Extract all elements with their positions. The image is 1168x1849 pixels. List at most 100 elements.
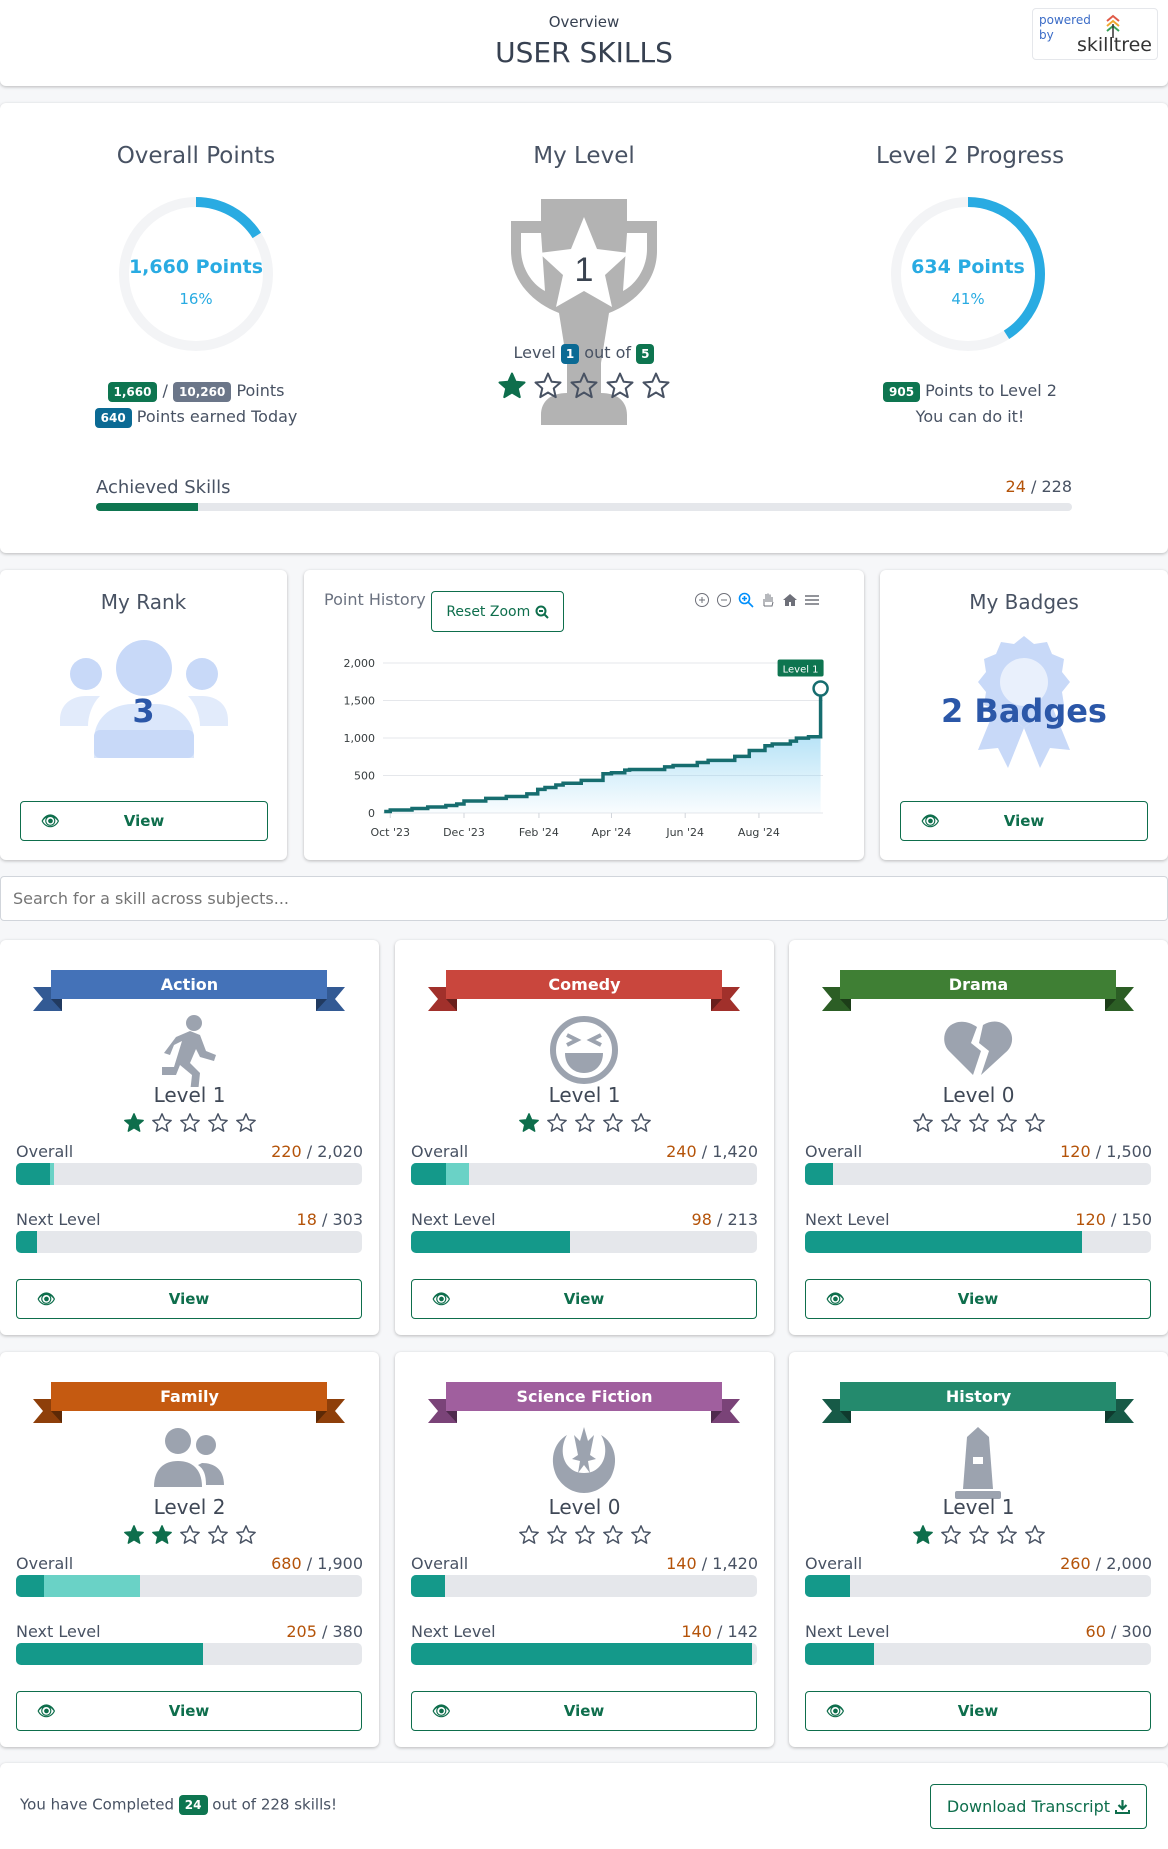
achieved-total: / 228 <box>1030 477 1072 496</box>
overall-progress-bar <box>805 1575 1151 1597</box>
next-level-label: Next Level <box>805 1210 890 1229</box>
star-empty-icon <box>968 1525 989 1544</box>
overall-label: Overall <box>805 1554 863 1573</box>
remaining-points-badge: 905 <box>883 381 921 402</box>
next-level-progress-bar <box>411 1643 757 1665</box>
view-subject-button[interactable]: 👁 View <box>16 1279 362 1319</box>
subject-stars <box>789 1524 1168 1550</box>
eye-icon: 👁 <box>432 1290 452 1308</box>
view-subject-button[interactable]: 👁 View <box>411 1691 757 1731</box>
current-level-badge: 1 <box>560 343 580 364</box>
monument-icon <box>955 1427 1001 1499</box>
level-progress-value: 634 Points <box>911 256 1025 278</box>
today-points-summary: 640 Points earned Today <box>46 407 346 428</box>
next-level-label: Next Level <box>16 1210 101 1229</box>
next-level-progress-bar <box>16 1231 362 1253</box>
star-empty-icon <box>940 1113 961 1132</box>
star-empty-icon <box>151 1113 172 1132</box>
star-empty-icon <box>534 372 562 399</box>
next-level-points: 205 / 380 <box>286 1622 363 1641</box>
annotation-point <box>812 680 829 697</box>
rank-value: 3 <box>132 692 155 730</box>
y-tick-label: 2,000 <box>344 657 376 670</box>
download-transcript-button[interactable]: Download Transcript <box>930 1784 1147 1829</box>
subject-level: Level 2 <box>153 1495 226 1519</box>
subject-level: Level 1 <box>942 1495 1015 1519</box>
overall-points: 120 / 1,500 <box>1060 1142 1152 1161</box>
next-level-label: Next Level <box>411 1210 496 1229</box>
achieved-skills-count: 24 / 228 <box>1006 477 1072 496</box>
today-points-label: Points earned Today <box>136 407 298 426</box>
header: Overview USER SKILLS powered by skilltre… <box>0 0 1168 86</box>
view-subject-button[interactable]: 👁 View <box>411 1279 757 1319</box>
view-subject-button[interactable]: 👁 View <box>16 1691 362 1731</box>
overall-progress-bar <box>805 1163 1151 1185</box>
overall-points: 680 / 1,900 <box>271 1554 363 1573</box>
star-empty-icon <box>207 1113 228 1132</box>
star-filled-icon <box>518 1113 539 1132</box>
view-subject-button[interactable]: 👁 View <box>805 1691 1151 1731</box>
eye-icon: 👁 <box>41 812 61 830</box>
level-progress-title: Level 2 Progress <box>875 143 1065 169</box>
point-history-chart[interactable]: 0 500 1,000 1,500 2,000 Oct '23 Dec '23 Feb '24… <box>304 570 864 860</box>
powered-by-logo[interactable]: powered by skilltree <box>1032 8 1158 60</box>
summary-panel: Overall Points 1,660 Points 16% 1,660 / … <box>0 103 1168 553</box>
skill-search-input[interactable] <box>0 876 1168 921</box>
eye-icon: 👁 <box>37 1702 57 1720</box>
subject-name: Family <box>160 1387 219 1406</box>
my-rank-card: My Rank 3 👁 View <box>0 570 287 860</box>
eye-icon: 👁 <box>432 1702 452 1720</box>
view-badges-button[interactable]: 👁 View <box>900 801 1148 841</box>
view-subject-button[interactable]: 👁 View <box>805 1279 1151 1319</box>
star-filled-icon <box>151 1525 172 1544</box>
next-level-progress-bar <box>411 1231 757 1253</box>
subject-name: History <box>945 1387 1012 1406</box>
star-empty-icon <box>996 1113 1017 1132</box>
star-empty-icon <box>235 1525 256 1544</box>
remaining-points-label: Points to Level 2 <box>925 381 1057 400</box>
level-summary: Level 1 out of 5 <box>434 343 734 364</box>
star-empty-icon <box>546 1525 567 1544</box>
level-stars <box>434 371 734 405</box>
star-empty-icon <box>912 1113 933 1132</box>
overall-progress-bar <box>411 1575 757 1597</box>
subject-stars <box>395 1524 774 1550</box>
level-progress-percent: 41% <box>951 290 985 308</box>
earned-points-badge: 1,660 <box>107 381 158 402</box>
star-empty-icon <box>602 1113 623 1132</box>
x-tick-label: Oct '23 <box>370 826 410 839</box>
view-rank-button[interactable]: 👁 View <box>20 801 268 841</box>
my-badges-card: My Badges 2 Badges 👁 View <box>880 570 1168 860</box>
subject-level: Level 0 <box>548 1495 621 1519</box>
next-level-label: Next Level <box>411 1622 496 1641</box>
subject-stars <box>789 1112 1168 1138</box>
subject-level: Level 1 <box>548 1083 621 1107</box>
x-tick-label: Jun '24 <box>665 826 704 839</box>
star-empty-icon <box>546 1113 567 1132</box>
next-level-points: 60 / 300 <box>1085 1622 1152 1641</box>
badges-count: 2 Badges <box>941 692 1107 730</box>
achieved-skills-label: Achieved Skills <box>96 477 231 498</box>
eye-icon: 👁 <box>826 1290 846 1308</box>
star-empty-icon <box>207 1525 228 1544</box>
overall-points-title: Overall Points <box>116 143 276 169</box>
star-empty-icon <box>996 1525 1017 1544</box>
heart-broken-icon <box>944 1021 1013 1075</box>
achieved-count: 24 <box>1005 477 1026 496</box>
overall-progress-bar <box>411 1163 757 1185</box>
points-to-next-level: 905 Points to Level 2 <box>820 381 1120 402</box>
subject-card: Drama Level 0 Overall 120 / 1,500 Next L… <box>789 940 1168 1335</box>
overall-points: 140 / 1,420 <box>666 1554 758 1573</box>
star-empty-icon <box>574 1525 595 1544</box>
next-level-points: 140 / 142 <box>681 1622 758 1641</box>
next-level-progress-bar <box>16 1643 362 1665</box>
running-icon <box>162 1015 216 1087</box>
encouragement-text: You can do it! <box>915 407 1025 426</box>
completion-summary: You have Completed 24 out of 228 skills! <box>20 1795 337 1815</box>
star-empty-icon <box>630 1525 651 1544</box>
y-tick-label: 500 <box>354 770 375 783</box>
level-word: Level <box>513 343 556 362</box>
next-level-label: Next Level <box>805 1622 890 1641</box>
y-tick-label: 1,500 <box>344 695 376 708</box>
star-empty-icon <box>630 1113 651 1132</box>
